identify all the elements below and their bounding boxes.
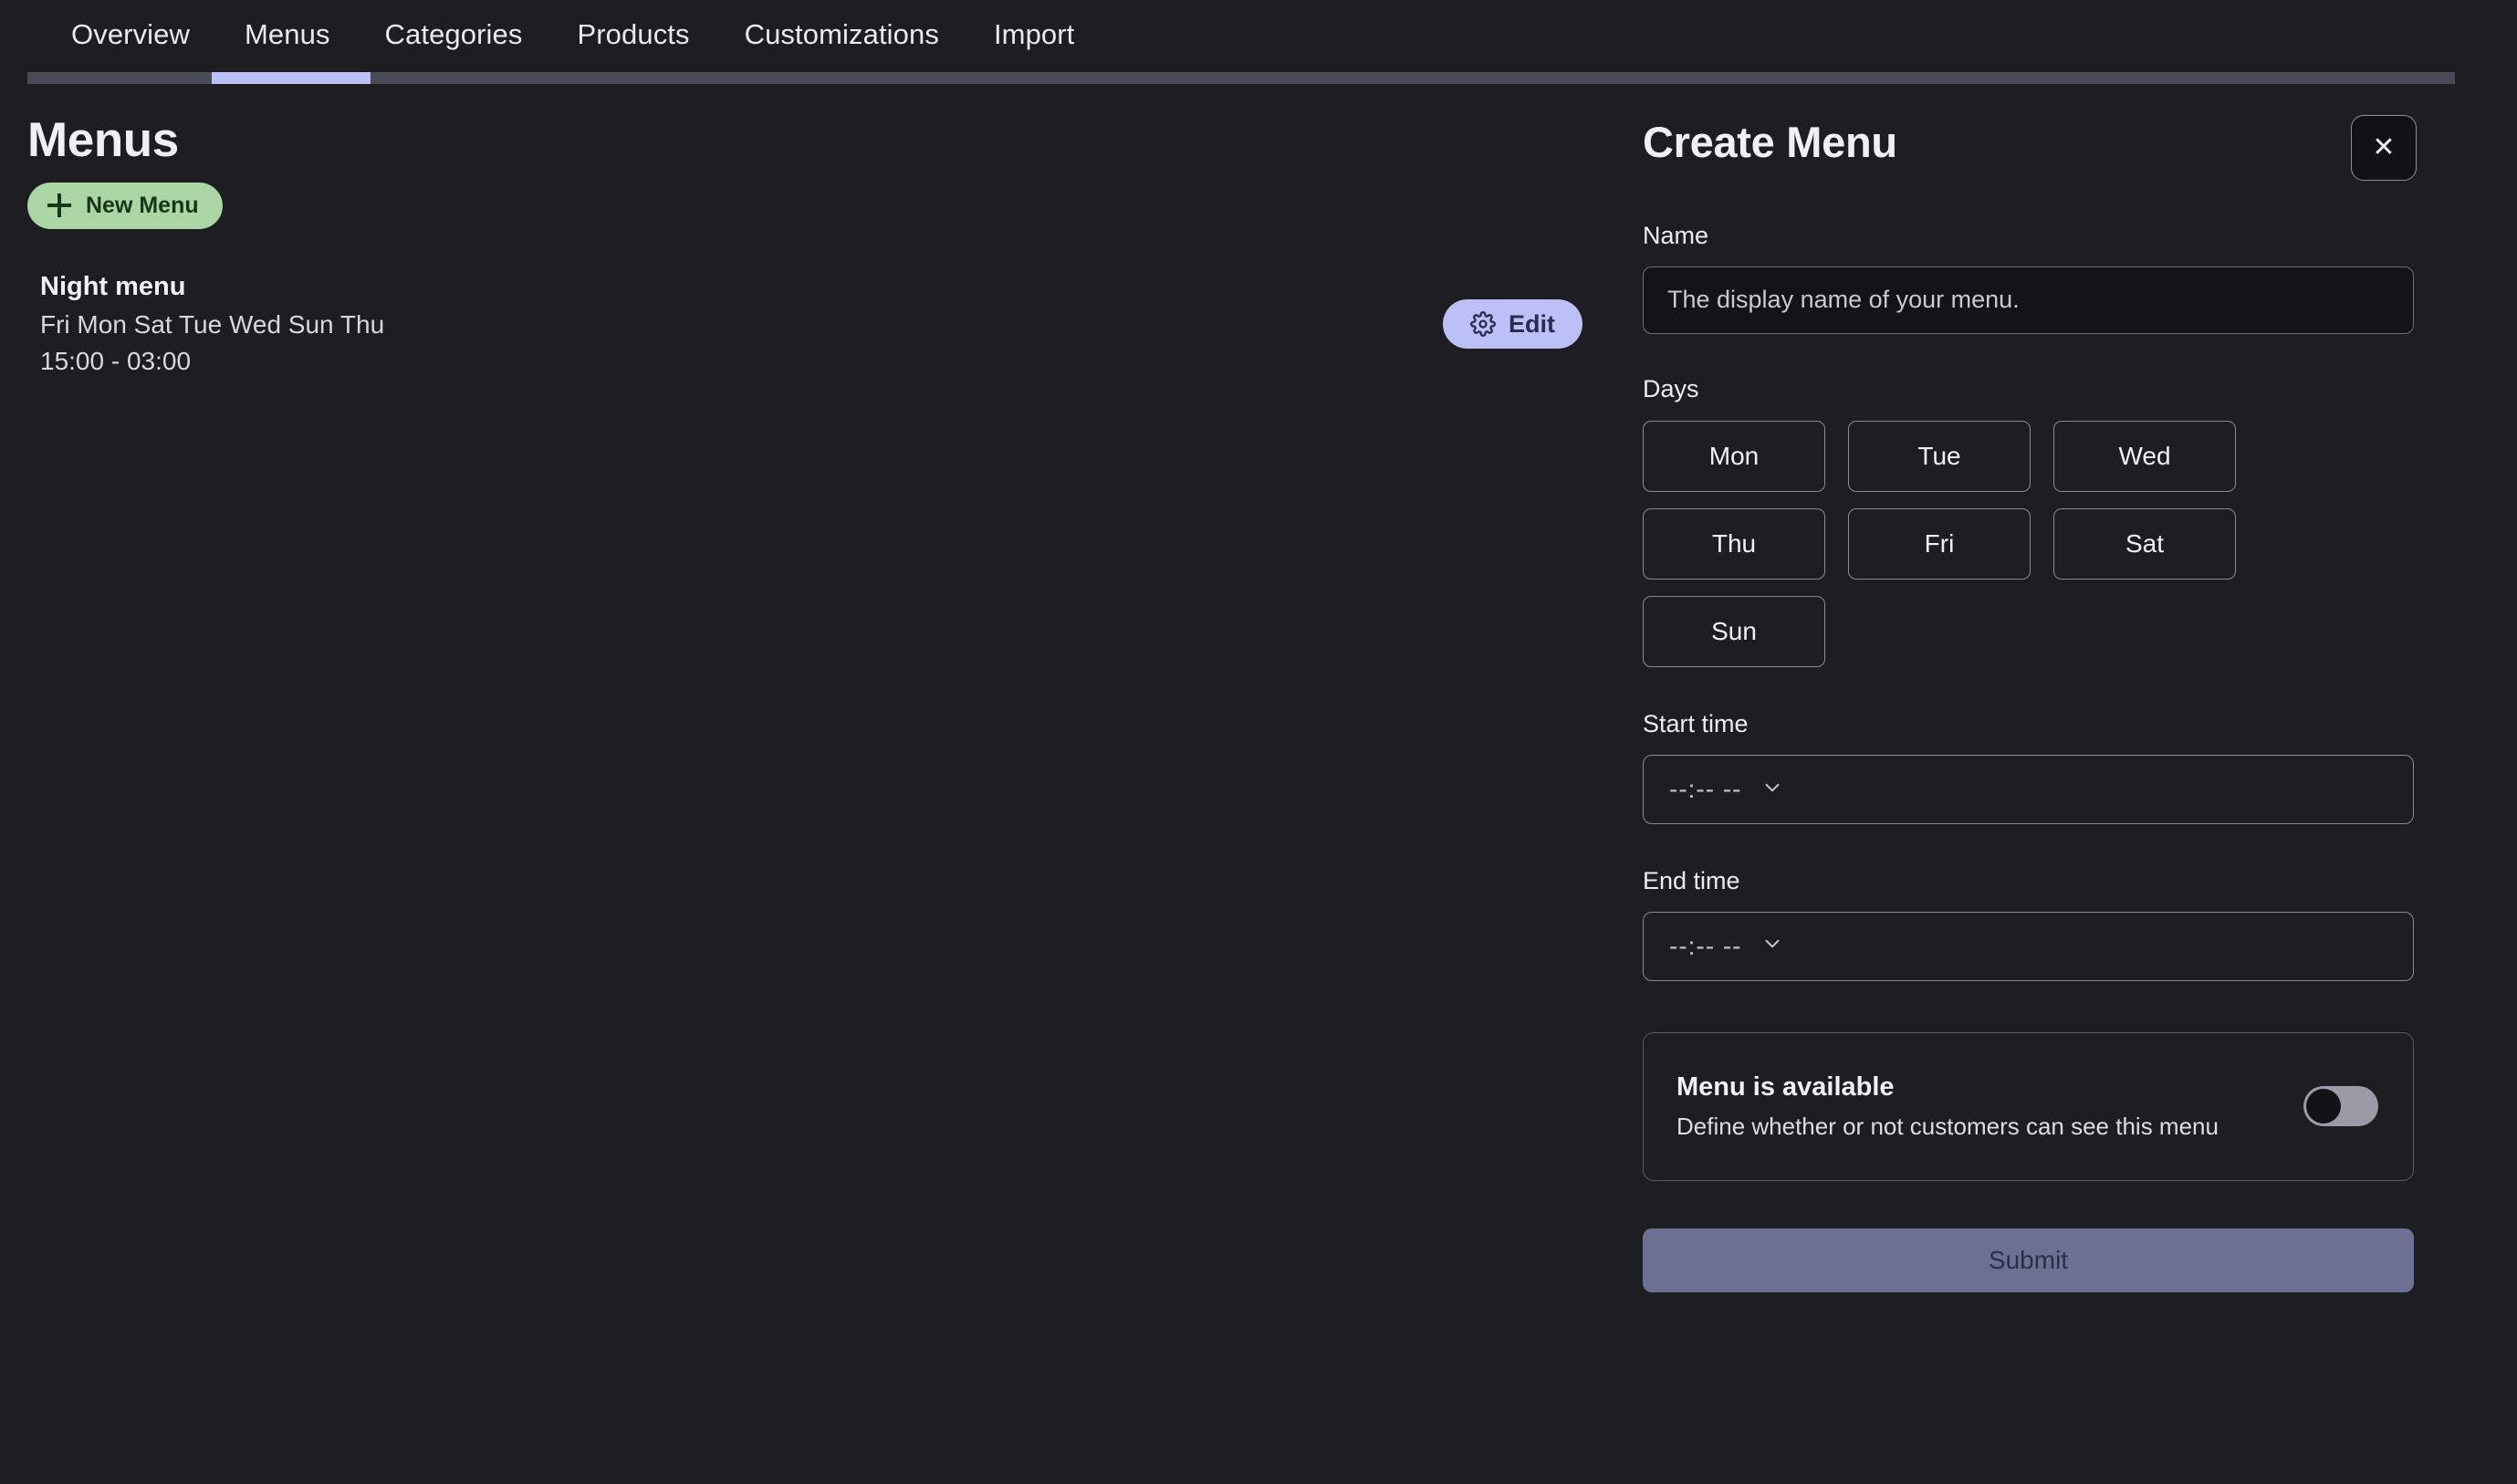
start-time-group: Start time --:-- --	[1643, 710, 2417, 825]
start-time-input[interactable]: --:-- --	[1643, 755, 2414, 825]
menu-name: Night menu	[40, 271, 186, 301]
end-time-value: --:-- --	[1669, 931, 1742, 960]
panel-title: Create Menu	[1643, 118, 1897, 166]
tab-categories[interactable]: Categories	[358, 20, 550, 48]
menu-days: Fri Mon Sat Tue Wed Sun Thu	[40, 309, 385, 339]
day-button-mon[interactable]: Mon	[1643, 421, 1825, 493]
page-title: Menus	[27, 113, 179, 167]
availability-texts: Menu is available Define whether or not …	[1676, 1072, 2219, 1140]
gear-icon	[1470, 311, 1496, 338]
day-button-wed[interactable]: Wed	[2053, 421, 2236, 493]
list-item[interactable]: Night menu Fri Mon Sat Tue Wed Sun Thu 1…	[27, 271, 1590, 376]
edit-menu-button[interactable]: Edit	[1443, 299, 1582, 350]
chevron-down-icon[interactable]	[1760, 932, 1784, 960]
new-menu-label: New Menu	[86, 192, 199, 218]
app-root: Overview Menus Categories Products Custo…	[0, 0, 2517, 1484]
days-field-group: Days Mon Tue Wed Thu Fri Sat Sun	[1643, 374, 2418, 668]
chevron-down-icon[interactable]	[1760, 776, 1784, 804]
availability-toggle[interactable]	[2303, 1086, 2378, 1127]
tab-list: Overview Menus Categories Products Custo…	[0, 0, 2517, 68]
tab-active-indicator	[212, 72, 371, 84]
tab-overview[interactable]: Overview	[44, 20, 217, 48]
menu-info: Night menu Fri Mon Sat Tue Wed Sun Thu 1…	[27, 271, 385, 376]
top-tab-bar: Overview Menus Categories Products Custo…	[0, 0, 2517, 88]
menus-pane: Menus New Menu Night menu Fri Mon Sat Tu…	[0, 88, 1634, 1484]
tab-underline-track	[27, 72, 2455, 84]
tab-import[interactable]: Import	[966, 20, 1102, 48]
panel-header: Create Menu ✕	[1643, 115, 2417, 181]
create-menu-panel: Create Menu ✕ Name Days Mon Tue Wed Thu …	[1634, 88, 2517, 1484]
name-input[interactable]	[1643, 266, 2414, 334]
name-field-label: Name	[1643, 222, 1709, 249]
day-button-sun[interactable]: Sun	[1643, 596, 1825, 668]
day-button-sat[interactable]: Sat	[2053, 508, 2236, 580]
availability-card: Menu is available Define whether or not …	[1643, 1031, 2414, 1181]
close-icon[interactable]: ✕	[2351, 115, 2417, 181]
end-time-input[interactable]: --:-- --	[1643, 911, 2414, 981]
day-button-thu[interactable]: Thu	[1643, 508, 1825, 580]
toggle-knob	[2306, 1089, 2341, 1124]
submit-button[interactable]: Submit	[1643, 1228, 2414, 1292]
name-field-group: Name	[1643, 222, 2417, 334]
start-time-value: --:-- --	[1669, 775, 1742, 804]
new-menu-button[interactable]: New Menu	[27, 182, 223, 229]
days-grid: Mon Tue Wed Thu Fri Sat Sun	[1643, 421, 2418, 668]
edit-label: Edit	[1509, 309, 1555, 338]
availability-description: Define whether or not customers can see …	[1676, 1112, 2219, 1140]
menu-hours: 15:00 - 03:00	[40, 347, 192, 376]
tab-menus[interactable]: Menus	[217, 20, 358, 48]
tab-customizations[interactable]: Customizations	[717, 20, 966, 48]
days-field-label: Days	[1643, 374, 1699, 402]
day-button-fri[interactable]: Fri	[1848, 508, 2031, 580]
end-time-label: End time	[1643, 867, 1740, 895]
end-time-group: End time --:-- --	[1643, 867, 2417, 981]
plus-icon	[47, 193, 71, 218]
day-button-tue[interactable]: Tue	[1848, 421, 2031, 493]
tab-products[interactable]: Products	[549, 20, 716, 48]
availability-title: Menu is available	[1676, 1072, 1895, 1102]
start-time-label: Start time	[1643, 710, 1749, 738]
menu-list: Night menu Fri Mon Sat Tue Wed Sun Thu 1…	[27, 271, 1590, 376]
